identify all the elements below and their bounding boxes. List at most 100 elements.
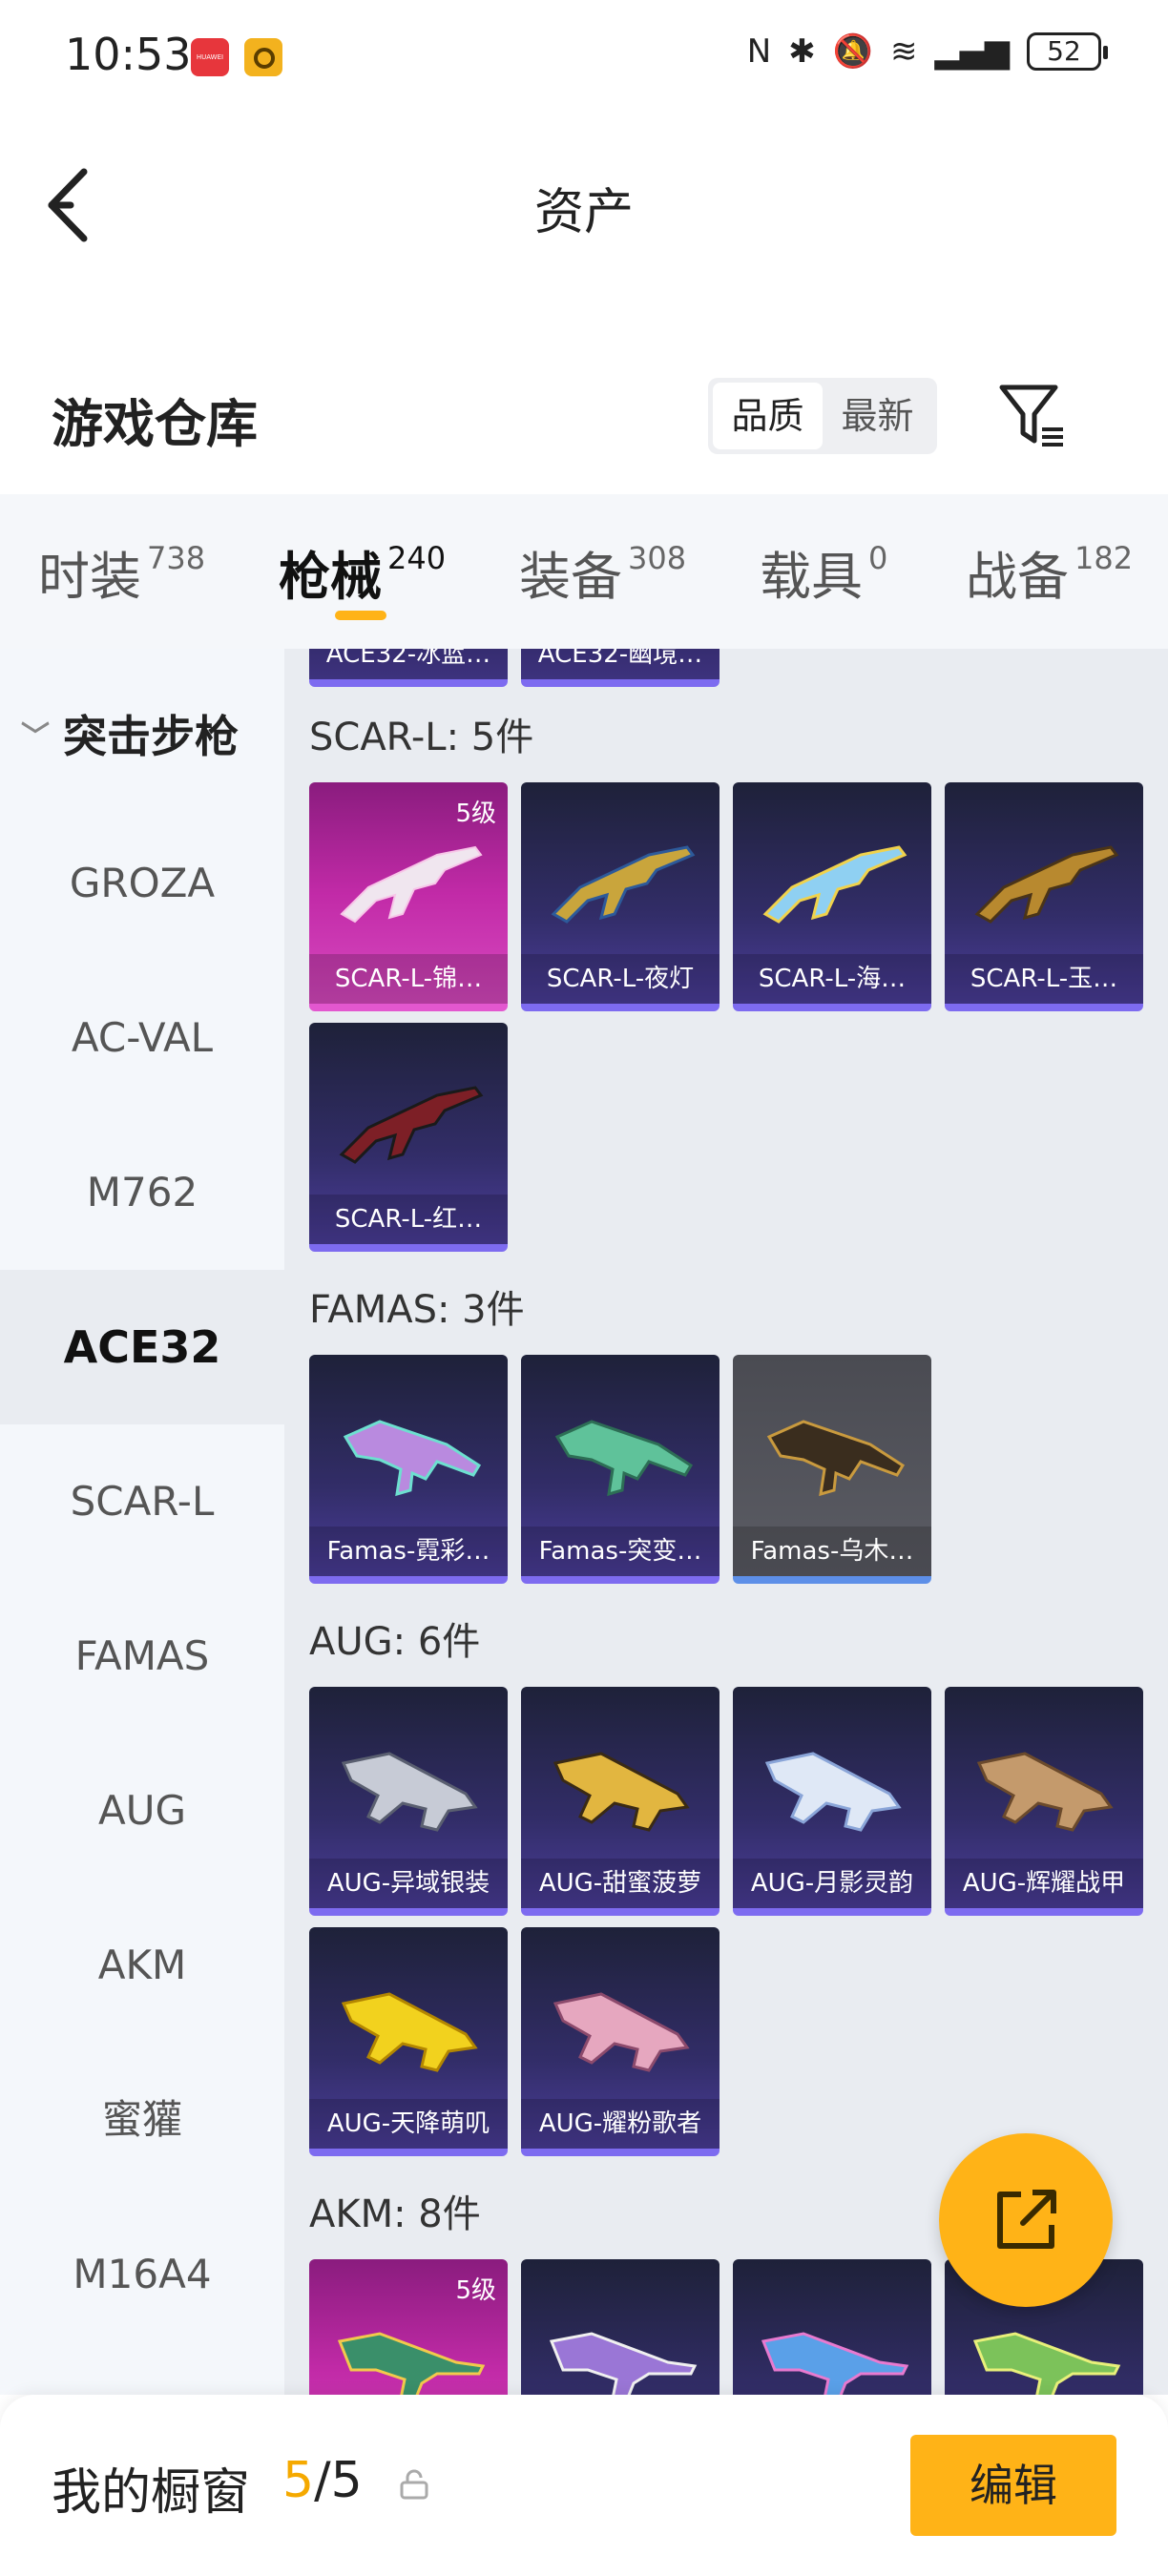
weapon-grid: ACE32-冰蓝… ACE32-幽境… SCAR-L: 5件 5级 SCAR-L… bbox=[284, 649, 1168, 2395]
sidebar-group-assault-rifles[interactable]: ﹀ 突击步枪 bbox=[21, 702, 239, 765]
weapon-card[interactable] bbox=[733, 2259, 931, 2395]
weapon-card[interactable]: AUG-耀粉歌者 bbox=[521, 1927, 720, 2156]
gun-icon bbox=[972, 2332, 1121, 2395]
tab-label: 战备 bbox=[966, 547, 1069, 607]
gun-icon bbox=[764, 1752, 902, 1832]
weapon-card-name: ACE32-冰蓝… bbox=[309, 649, 508, 679]
status-bar: 10:53 HUAWEI N ✱ 🔕 ≋ ▂▄▆ 52 bbox=[0, 0, 1168, 114]
weapon-level-badge: 5级 bbox=[455, 800, 496, 828]
gun-icon bbox=[766, 1420, 906, 1497]
battery-icon: 52 bbox=[1027, 32, 1108, 71]
sidebar-item-m16a4[interactable]: M16A4 bbox=[0, 2197, 284, 2352]
tab-supplies[interactable]: 战备 182 bbox=[966, 534, 1133, 610]
weapon-card[interactable]: SCAR-L-玉… bbox=[945, 782, 1143, 1011]
sidebar-item-m762[interactable]: M762 bbox=[0, 1115, 284, 1270]
weapon-card[interactable] bbox=[521, 2259, 720, 2395]
sort-toggle: 品质 最新 bbox=[708, 378, 937, 454]
tab-equipment[interactable]: 装备 308 bbox=[519, 534, 686, 610]
weapon-card-name: AUG-甜蜜菠萝 bbox=[521, 1859, 720, 1908]
weapon-card[interactable]: Famas-乌木… bbox=[733, 1355, 931, 1584]
sidebar-item-groza[interactable]: GROZA bbox=[0, 806, 284, 961]
tab-weapons[interactable]: 枪械 240 bbox=[279, 534, 446, 610]
signal-icon: ▂▄▆ bbox=[934, 32, 1010, 71]
tab-count: 240 bbox=[387, 540, 447, 576]
showcase-label: 我的橱窗 bbox=[52, 2464, 251, 2522]
gun-icon bbox=[762, 845, 907, 924]
sidebar-group-label: 突击步枪 bbox=[63, 711, 239, 762]
showcase-total: 5 bbox=[330, 2452, 363, 2509]
gun-icon bbox=[554, 1420, 694, 1497]
weapon-card-name: AUG-耀粉歌者 bbox=[521, 2099, 720, 2149]
tab-count: 738 bbox=[147, 540, 206, 576]
huawei-app-icon: HUAWEI bbox=[191, 38, 229, 76]
gun-icon bbox=[339, 1086, 484, 1164]
weapon-card-name: AUG-月影灵韵 bbox=[733, 1859, 931, 1908]
gun-icon bbox=[553, 1752, 690, 1832]
edit-button[interactable]: 编辑 bbox=[910, 2435, 1116, 2536]
page-title: 资产 bbox=[533, 184, 634, 241]
gun-icon bbox=[761, 2332, 909, 2395]
gun-icon bbox=[551, 845, 696, 924]
group-label-aug: AUG: 6件 bbox=[309, 1620, 481, 1664]
tab-vehicles[interactable]: 载具 0 bbox=[760, 534, 887, 610]
gun-icon bbox=[553, 1992, 690, 2072]
weapon-card-name: AUG-异域银装 bbox=[309, 1859, 508, 1908]
bluetooth-icon: ✱ bbox=[788, 32, 816, 71]
share-icon bbox=[997, 2190, 1056, 2249]
weapon-card-name: AUG-天降萌叽 bbox=[309, 2099, 508, 2149]
weapon-card[interactable]: ACE32-幽境… bbox=[521, 649, 720, 687]
weapon-card-name: Famas-霓彩… bbox=[309, 1527, 508, 1576]
sidebar-item-aug[interactable]: AUG bbox=[0, 1734, 284, 1888]
section-title: 游戏仓库 bbox=[52, 394, 258, 454]
sort-latest-option[interactable]: 最新 bbox=[823, 383, 932, 449]
weapon-card[interactable]: AUG-天降萌叽 bbox=[309, 1927, 508, 2156]
weapon-card-name: ACE32-幽境… bbox=[521, 649, 720, 679]
filter-button[interactable] bbox=[998, 382, 1067, 450]
weapon-card[interactable]: AUG-甜蜜菠萝 bbox=[521, 1687, 720, 1916]
weapon-card[interactable]: AUG-异域银装 bbox=[309, 1687, 508, 1916]
gun-icon bbox=[974, 845, 1119, 924]
weapon-card-name: AUG-辉耀战甲 bbox=[945, 1859, 1143, 1908]
gun-icon bbox=[976, 1752, 1114, 1832]
back-button[interactable] bbox=[42, 162, 109, 248]
weapon-card[interactable]: 5级 SCAR-L-锦… bbox=[309, 782, 508, 1011]
tab-count: 308 bbox=[628, 540, 687, 576]
sidebar-item-honey-badger[interactable]: 蜜獾 bbox=[0, 2043, 284, 2197]
sidebar-item-famas[interactable]: FAMAS bbox=[0, 1579, 284, 1734]
share-button[interactable] bbox=[939, 2133, 1113, 2307]
tab-count: 0 bbox=[868, 540, 888, 576]
sidebar-item-ac-val[interactable]: AC-VAL bbox=[0, 961, 284, 1115]
tab-label: 载具 bbox=[760, 547, 863, 607]
weapon-card[interactable]: Famas-霓彩… bbox=[309, 1355, 508, 1584]
tab-count: 182 bbox=[1074, 540, 1134, 576]
weapon-level-badge: 5级 bbox=[455, 2276, 496, 2305]
gun-icon bbox=[337, 2332, 486, 2395]
sidebar-item-akm[interactable]: AKM bbox=[0, 1888, 284, 2043]
weapon-card[interactable]: 5级 bbox=[309, 2259, 508, 2395]
weapon-card[interactable]: SCAR-L-夜灯 bbox=[521, 782, 720, 1011]
weapon-card[interactable]: ACE32-冰蓝… bbox=[309, 649, 508, 687]
showcase-count: 5/5 bbox=[282, 2452, 363, 2509]
tab-fashion[interactable]: 时装 738 bbox=[38, 534, 205, 610]
group-label-famas: FAMAS: 3件 bbox=[309, 1288, 525, 1332]
filter-icon bbox=[999, 384, 1063, 447]
group-label-akm: AKM: 8件 bbox=[309, 2192, 481, 2236]
back-arrow-icon bbox=[48, 168, 88, 242]
sidebar-item-ace32[interactable]: ACE32 bbox=[0, 1270, 284, 1424]
weapon-card[interactable]: AUG-辉耀战甲 bbox=[945, 1687, 1143, 1916]
wifi-icon: ≋ bbox=[890, 32, 918, 71]
sidebar-item-scar-l[interactable]: SCAR-L bbox=[0, 1424, 284, 1579]
tab-indicator bbox=[335, 611, 386, 620]
nfc-icon: N bbox=[746, 32, 772, 71]
weapon-card-name: SCAR-L-锦… bbox=[309, 954, 508, 1004]
status-icons: N ✱ 🔕 ≋ ▂▄▆ 52 bbox=[746, 32, 1108, 71]
weapon-card-name: SCAR-L-红… bbox=[309, 1195, 508, 1244]
weapon-card[interactable]: SCAR-L-红… bbox=[309, 1023, 508, 1252]
weapon-card[interactable]: Famas-突变… bbox=[521, 1355, 720, 1584]
weapon-card[interactable]: SCAR-L-海… bbox=[733, 782, 931, 1011]
app-notification-icon bbox=[244, 38, 282, 76]
gun-icon bbox=[549, 2332, 698, 2395]
sort-quality-option[interactable]: 品质 bbox=[713, 383, 823, 449]
weapon-card[interactable]: AUG-月影灵韵 bbox=[733, 1687, 931, 1916]
group-label-scar-l: SCAR-L: 5件 bbox=[309, 716, 534, 759]
